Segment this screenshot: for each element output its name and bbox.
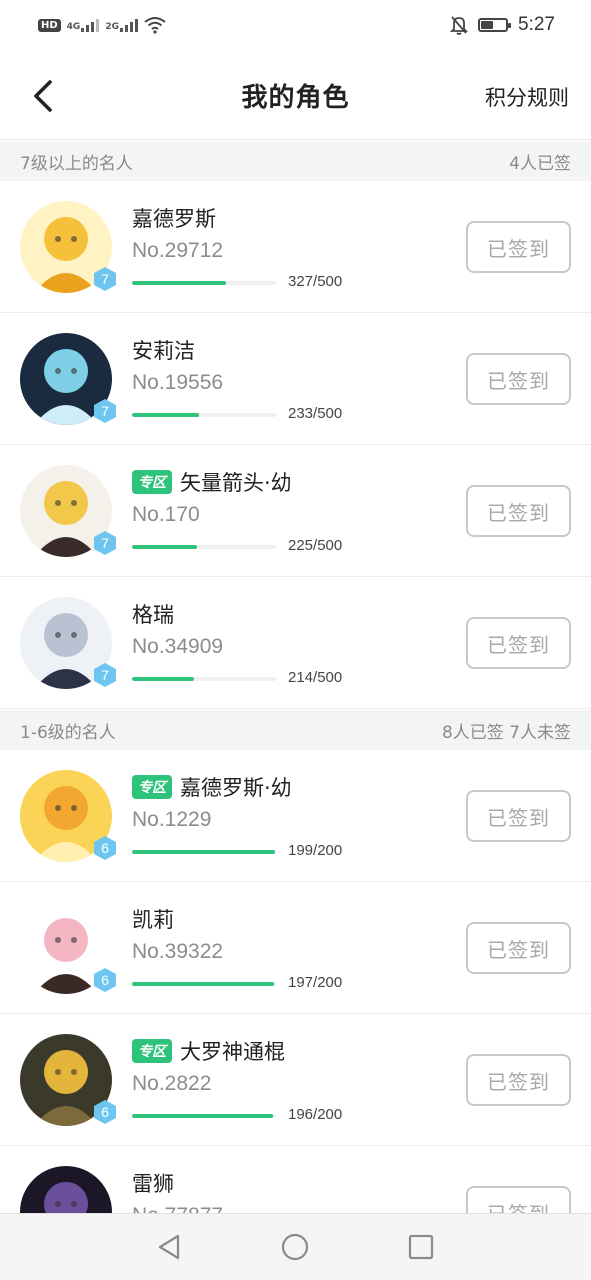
role-name: 安莉洁 [132,339,195,363]
points-progress-bar [132,982,276,986]
points-progress-fill [132,281,227,285]
section-summary: 4人已签 [509,153,571,174]
role-name-line: 专区 嘉德罗斯·幼 [132,772,292,802]
status-bar: HD 4G 2G 5:27 [0,0,591,50]
role-name: 大罗神通棍 [180,1040,285,1064]
wifi-icon [144,17,166,34]
system-nav-bar [0,1213,591,1280]
signed-in-button[interactable]: 已签到 [466,617,571,669]
points-progress-bar [132,677,276,681]
points-progress-fill [132,545,197,549]
role-number: No.1229 [132,808,212,831]
section-summary: 8人已签 7人未签 [441,722,571,743]
role-name-line: 雷狮 [132,1168,174,1198]
role-number: No.29712 [132,239,224,262]
points-rules-link[interactable]: 积分规则 [485,82,569,112]
signed-in-button[interactable]: 已签到 [466,790,571,842]
role-number: No.2822 [132,1072,212,1095]
signal-icon-2: 2G [105,18,138,32]
zone-tag[interactable]: 专区 [132,470,172,494]
role-row-gerui[interactable]: 7 格瑞 No.34909 214/500 已签到 [0,577,591,709]
role-name: 格瑞 [132,603,174,627]
role-name: 雷狮 [132,1172,174,1196]
points-value: 214/500 [288,669,343,686]
back-triangle-icon[interactable] [154,1232,184,1262]
role-name-line: 专区 大罗神通棍 [132,1036,285,1066]
signal-icon: 4G [67,18,100,32]
home-circle-icon[interactable] [280,1232,310,1262]
signed-in-button[interactable]: 已签到 [466,922,571,974]
zone-tag[interactable]: 专区 [132,775,172,799]
recents-square-icon[interactable] [406,1232,436,1262]
app-header: 我的角色 积分规则 [0,52,591,140]
points-value: 327/500 [288,273,343,290]
role-number: No.34909 [132,635,224,658]
role-number: No.39322 [132,940,224,963]
points-progress-bar [132,545,276,549]
points-progress-bar [132,1114,276,1118]
points-progress-fill [132,677,194,681]
network-type-2: 2G [105,22,119,32]
role-name: 嘉德罗斯 [132,207,216,231]
role-number: No.170 [132,503,200,526]
zone-tag[interactable]: 专区 [132,1039,172,1063]
points-value: 197/200 [288,974,343,991]
points-value: 233/500 [288,405,343,422]
clock: 5:27 [518,14,555,35]
hd-icon: HD [38,18,61,32]
section-header-level7: 7级以上的名人 4人已签 [0,141,591,181]
role-name-line: 专区 矢量箭头·幼 [132,467,292,497]
points-progress-fill [132,982,274,986]
role-number: No.19556 [132,371,224,394]
role-row-daluo-shentonggun[interactable]: 6 专区 大罗神通棍 No.2822 196/200 已签到 [0,1014,591,1146]
battery-icon [478,18,512,32]
role-row-jiadeluosi-you[interactable]: 6 专区 嘉德罗斯·幼 No.1229 199/200 已签到 [0,750,591,882]
role-name-line: 安莉洁 [132,335,195,365]
role-name: 嘉德罗斯·幼 [180,776,292,800]
chevron-left-icon[interactable] [28,76,64,116]
role-row-shiliang-jiantou[interactable]: 7 专区 矢量箭头·幼 No.170 225/500 已签到 [0,445,591,577]
status-right: 5:27 [450,14,555,36]
points-progress-fill [132,413,200,417]
bell-off-icon [450,16,469,35]
section-label: 7级以上的名人 [20,153,133,174]
points-progress-bar [132,850,276,854]
points-progress-bar [132,281,276,285]
role-name: 矢量箭头·幼 [180,471,292,495]
status-left: HD 4G 2G [38,16,166,34]
network-type-1: 4G [66,22,81,32]
signed-in-button[interactable]: 已签到 [466,353,571,405]
points-progress-fill [132,1114,274,1118]
signed-in-button[interactable]: 已签到 [466,221,571,273]
role-row-kaili[interactable]: 6 凯莉 No.39322 197/200 已签到 [0,882,591,1014]
role-row-anlijie[interactable]: 7 安莉洁 No.19556 233/500 已签到 [0,313,591,445]
role-name-line: 凯莉 [132,904,174,934]
points-value: 196/200 [288,1106,343,1123]
role-name-line: 嘉德罗斯 [132,203,216,233]
points-progress-bar [132,413,276,417]
signed-in-button[interactable]: 已签到 [466,1054,571,1106]
role-row-jiadeluosi[interactable]: 7 嘉德罗斯 No.29712 327/500 已签到 [0,181,591,313]
signed-in-button[interactable]: 已签到 [466,485,571,537]
points-value: 199/200 [288,842,343,859]
section-label: 1-6级的名人 [20,722,116,743]
section-header-level1-6: 1-6级的名人 8人已签 7人未签 [0,710,591,750]
points-progress-fill [132,850,276,854]
role-name: 凯莉 [132,908,174,932]
points-value: 225/500 [288,537,343,554]
role-name-line: 格瑞 [132,599,174,629]
